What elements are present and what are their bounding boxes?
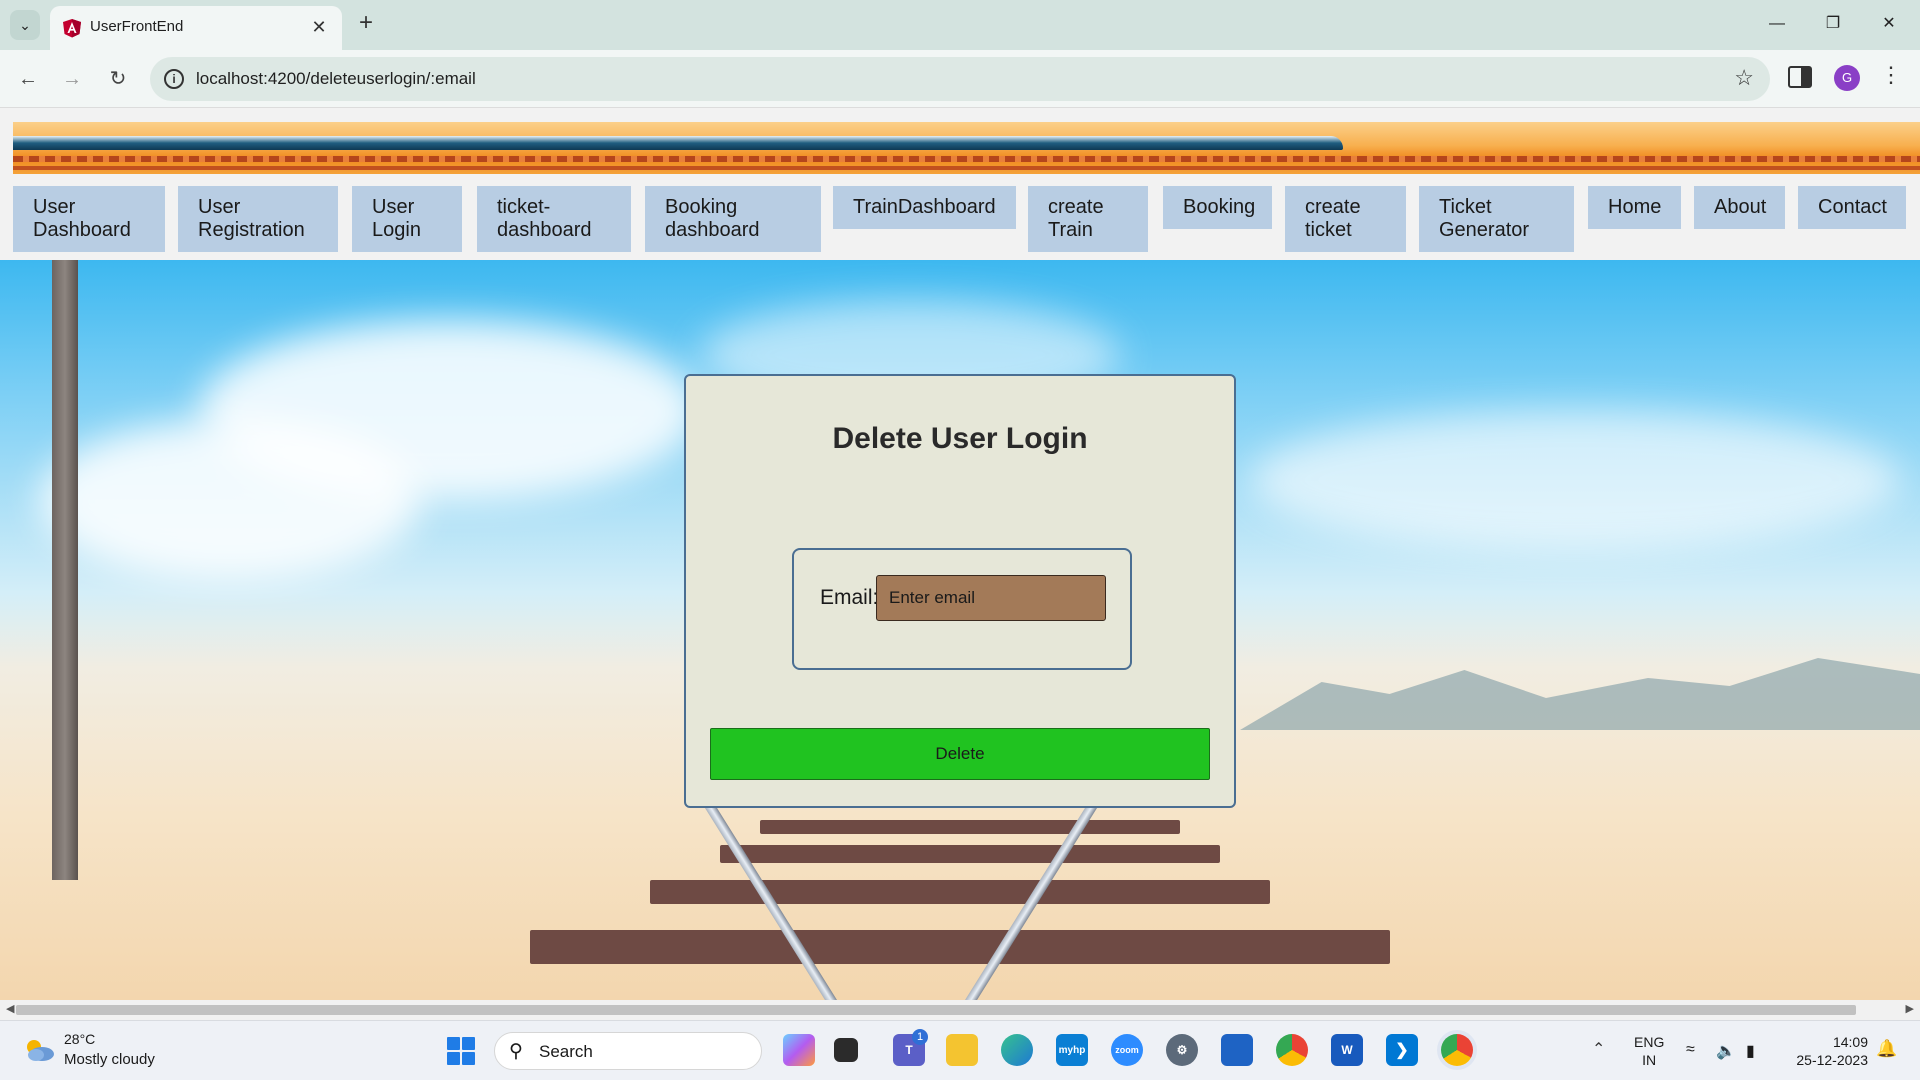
tray-overflow-chevron-icon[interactable]: ⌃ [1592,1039,1605,1059]
cloudy-weather-icon[interactable] [22,1037,56,1063]
train-banner-image [13,122,1920,174]
microsoft-store-icon[interactable] [1221,1034,1253,1066]
lang-code: ENG [1634,1034,1665,1050]
windows-start-icon[interactable] [447,1037,475,1065]
forward-icon[interactable]: → [56,63,88,95]
url-text[interactable]: localhost:4200/deleteuserlogin/:email [196,69,476,89]
new-tab-icon[interactable]: + [352,10,380,38]
weather-condition-text[interactable]: Mostly cloudy [64,1051,155,1068]
myhp-icon[interactable]: myhp [1056,1034,1088,1066]
profile-avatar[interactable]: G [1834,65,1860,91]
scrollbar-thumb[interactable] [16,1005,1856,1015]
reload-icon[interactable]: ↻ [102,63,134,95]
battery-icon[interactable]: ▮ [1746,1041,1755,1061]
minimize-icon[interactable]: — [1754,8,1800,40]
main-navbar: User Dashboard User Registration User Lo… [13,176,1920,256]
browser-toolbar: ← → ↻ i localhost:4200/deleteuserlogin/:… [0,50,1920,108]
copilot-icon[interactable] [783,1034,815,1066]
nav-ticket-dashboard[interactable]: ticket- dashboard [477,186,631,252]
address-bar[interactable]: i localhost:4200/deleteuserlogin/:email … [150,57,1770,101]
notification-bell-icon[interactable]: 🔔 [1876,1039,1897,1059]
site-info-icon[interactable]: i [164,69,184,89]
clock-date: 25-12-2023 [1796,1052,1868,1068]
nav-about[interactable]: About [1694,186,1785,229]
temperature-text[interactable]: 28°C [64,1031,95,1047]
nav-create-train[interactable]: create Train [1028,186,1148,252]
restore-icon[interactable]: ❐ [1810,8,1856,40]
delete-button[interactable]: Delete [710,728,1210,780]
email-label: Email: [820,586,879,609]
browser-menu-icon[interactable]: ⋮ [1880,62,1902,88]
settings-gear-icon[interactable]: ⚙ [1166,1034,1198,1066]
lang-region: IN [1642,1052,1657,1068]
browser-tab-bar: ⌄ UserFrontEnd ✕ + — ❐ ✕ [0,0,1920,50]
browser-tab[interactable]: UserFrontEnd ✕ [50,6,342,50]
tab-title: UserFrontEnd [90,18,184,35]
vscode-icon[interactable]: ❯ [1386,1034,1418,1066]
task-view-icon[interactable] [834,1038,858,1062]
delete-user-login-card: Delete User Login Email: Delete [684,374,1236,808]
nav-user-login[interactable]: User Login [352,186,462,252]
nav-create-ticket[interactable]: create ticket [1285,186,1406,252]
edge-icon[interactable] [1001,1034,1033,1066]
search-icon: ⚲ [509,1041,523,1062]
nav-booking[interactable]: Booking [1163,186,1272,229]
window-close-icon[interactable]: ✕ [1866,8,1912,40]
zoom-icon[interactable]: zoom [1111,1034,1143,1066]
email-input[interactable] [876,575,1106,621]
horizontal-scrollbar[interactable]: ◀ ▶ [0,1000,1920,1020]
file-explorer-icon[interactable] [946,1034,978,1066]
chrome-icon[interactable] [1276,1034,1308,1066]
system-clock[interactable]: 14:09 25-12-2023 [1786,1033,1868,1069]
chrome-profile-active-icon[interactable] [1441,1034,1473,1066]
nav-home[interactable]: Home [1588,186,1681,229]
nav-booking-dashboard[interactable]: Booking dashboard [645,186,821,252]
windows-taskbar: 28°C Mostly cloudy ⚲ Search T 1 myhp zoo… [0,1020,1920,1080]
tab-search-chevron-icon[interactable]: ⌄ [10,10,40,40]
nav-user-registration[interactable]: User Registration [178,186,338,252]
nav-contact[interactable]: Contact [1798,186,1906,229]
nav-user-dashboard[interactable]: User Dashboard [13,186,165,252]
scroll-right-icon[interactable]: ▶ [1906,1002,1914,1015]
page-title: Delete User Login [832,422,1088,455]
word-icon[interactable]: W [1331,1034,1363,1066]
teams-badge: 1 [912,1029,928,1045]
volume-icon[interactable]: 🔈 [1716,1041,1736,1061]
taskbar-search[interactable]: ⚲ Search [494,1032,762,1070]
bookmark-star-icon[interactable]: ☆ [1734,65,1754,91]
scroll-left-icon[interactable]: ◀ [6,1002,14,1015]
wifi-icon[interactable]: ≈ [1686,1041,1695,1059]
nav-train-dashboard[interactable]: TrainDashboard [833,186,1016,229]
back-icon[interactable]: ← [12,63,44,95]
clock-time: 14:09 [1832,1034,1868,1050]
angular-icon [63,19,81,38]
side-panel-icon[interactable] [1788,66,1812,88]
search-label: Search [539,1042,593,1061]
tab-close-icon[interactable]: ✕ [308,16,330,38]
page-viewport: User Dashboard User Registration User Lo… [0,108,1920,1000]
language-indicator[interactable]: ENG IN [1634,1033,1664,1069]
email-field-group: Email: [792,548,1132,670]
nav-ticket-generator[interactable]: Ticket Generator [1419,186,1574,252]
